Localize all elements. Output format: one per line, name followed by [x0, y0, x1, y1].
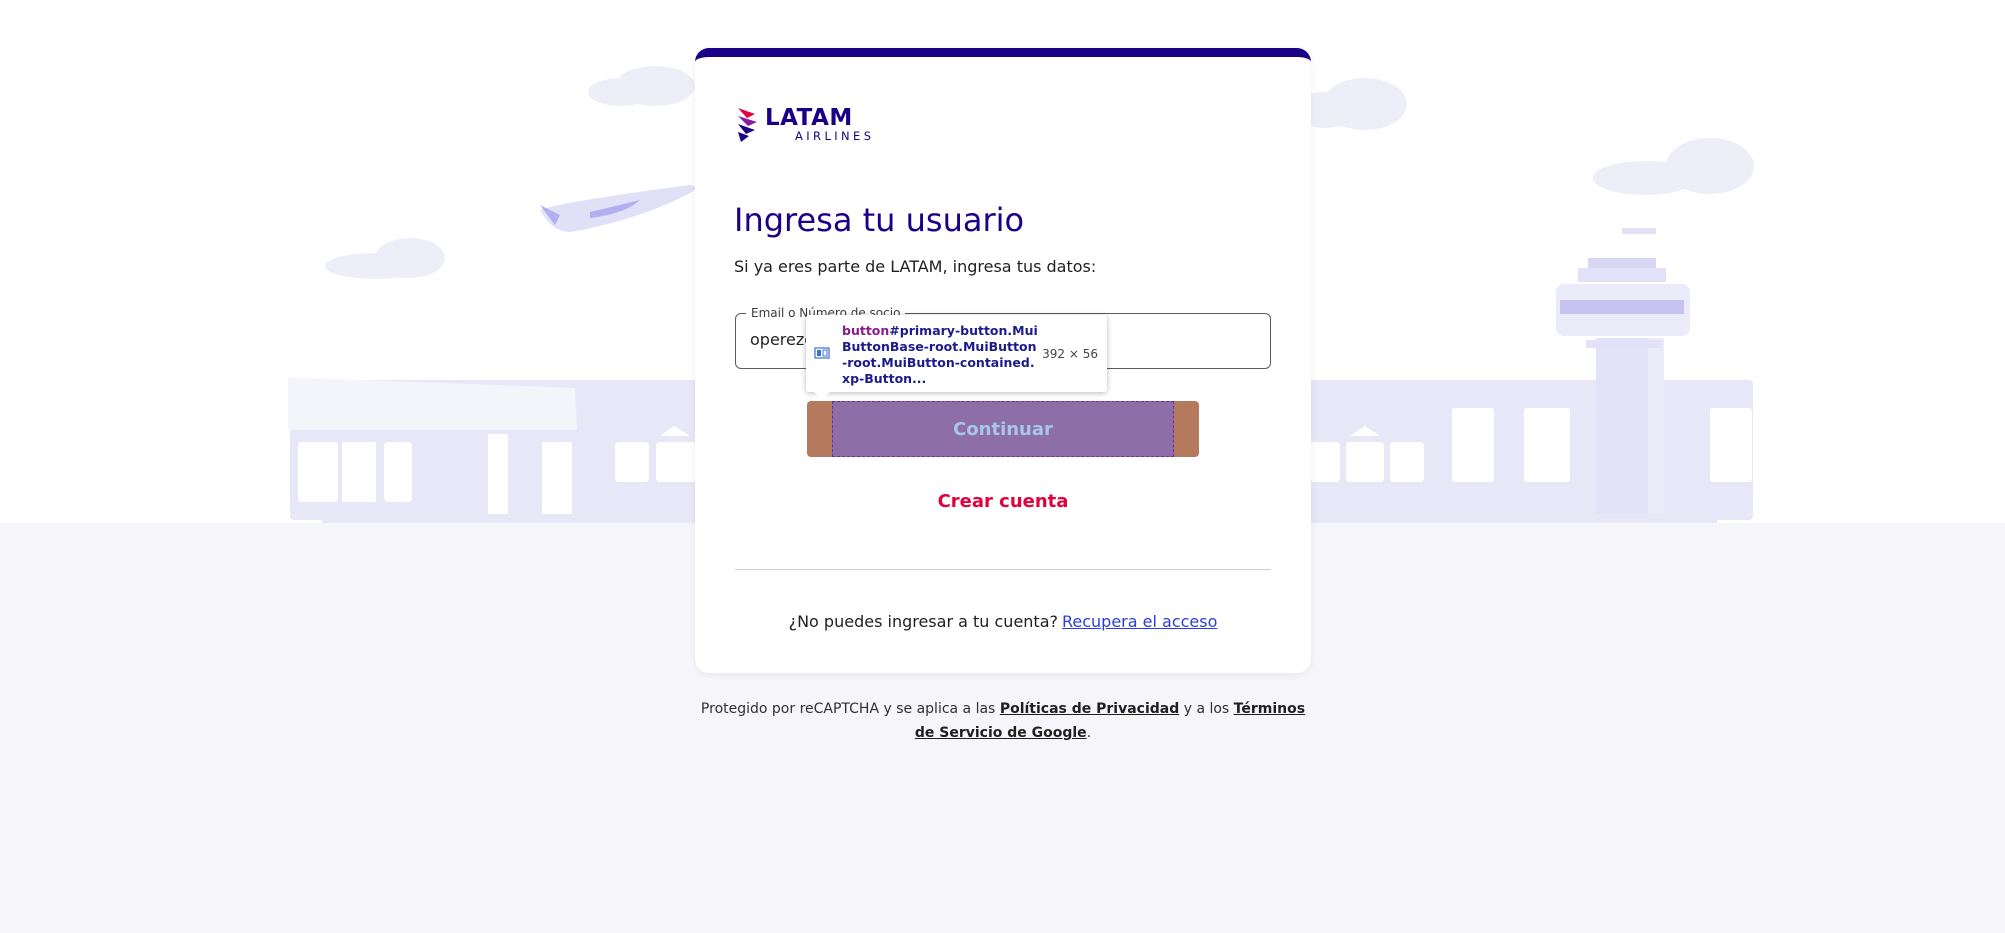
inspector-tag: button: [842, 323, 890, 338]
latam-logo: LATAM AIRLINES: [735, 105, 874, 145]
cloud-icon: [588, 66, 695, 106]
page-title: Ingresa tu usuario: [734, 201, 1025, 239]
recover-access-text: ¿No puedes ingresar a tu cuenta?: [788, 612, 1058, 631]
divider: [735, 569, 1271, 570]
latam-logo-icon: [738, 108, 757, 142]
privacy-policy-link[interactable]: Políticas de Privacidad: [1000, 701, 1179, 717]
page-subtitle: Si ya eres parte de LATAM, ingresa tus d…: [734, 257, 1097, 276]
inspector-selector: button#primary-button.MuiButtonBase-root…: [842, 323, 1038, 387]
recover-access-row: ¿No puedes ingresar a tu cuenta? Recupera…: [695, 612, 1311, 631]
inspector-tooltip: button#primary-button.MuiButtonBase-root…: [806, 315, 1107, 400]
logo-wordmark: LATAM: [765, 105, 853, 132]
continue-button[interactable]: Continuar: [832, 401, 1174, 457]
footer-middle: y a los: [1183, 701, 1230, 717]
email-field-value[interactable]: operezó: [750, 330, 814, 349]
footer-suffix: .: [1086, 725, 1092, 741]
cloud-icon: [1593, 138, 1754, 195]
inspector-flex-icon: [814, 347, 830, 359]
create-account-button[interactable]: Crear cuenta: [807, 481, 1199, 521]
footer-prefix: Protegido por reCAPTCHA y se aplica a la…: [700, 701, 996, 717]
recaptcha-footer: Protegido por reCAPTCHA y se aplica a la…: [695, 697, 1311, 745]
logo-subtitle: AIRLINES: [795, 129, 875, 144]
cloud-icon: [325, 238, 445, 279]
airplane-icon: [540, 185, 696, 232]
recover-access-link[interactable]: Recupera el acceso: [1062, 612, 1217, 631]
inspector-dimensions: 392 × 56: [1042, 347, 1098, 361]
